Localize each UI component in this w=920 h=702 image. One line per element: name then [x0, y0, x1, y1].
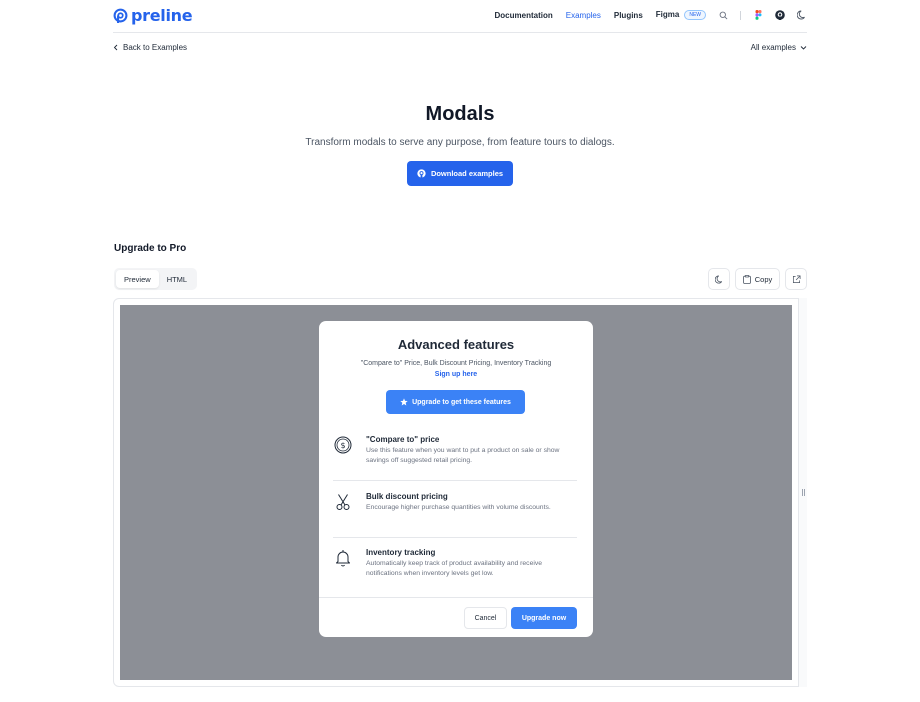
upgrade-modal: Advanced features "Compare to" Price, Bu… [319, 321, 593, 637]
nav-divider [740, 10, 741, 20]
cancel-button[interactable]: Cancel [464, 607, 507, 629]
upgrade-features-label: Upgrade to get these features [412, 398, 511, 406]
nav-examples[interactable]: Examples [566, 11, 601, 20]
brand-logo[interactable]: preline [113, 6, 193, 25]
feature-description: Encourage higher purchase quantities wit… [366, 504, 551, 511]
preline-logo-icon [113, 8, 128, 23]
moon-icon [714, 274, 722, 283]
view-tabs: Preview HTML [114, 268, 198, 290]
github-icon[interactable] [775, 10, 785, 20]
copy-button[interactable]: Copy [735, 268, 780, 290]
github-icon [417, 169, 426, 178]
chevron-left-icon [113, 44, 118, 51]
scissors-icon [333, 492, 353, 512]
copy-label: Copy [754, 274, 773, 284]
all-examples-dropdown[interactable]: All examples [751, 43, 807, 52]
star-icon [400, 398, 408, 406]
bell-icon [333, 548, 353, 568]
search-icon[interactable] [718, 10, 728, 20]
open-new-window-button[interactable] [785, 268, 807, 290]
all-examples-label: All examples [750, 43, 796, 52]
feature-item: $ "Compare to" price Use this feature wh… [333, 435, 577, 481]
external-link-icon [792, 275, 800, 283]
nav-figma[interactable]: Figma NEW [656, 10, 706, 20]
grip-icon [801, 489, 805, 496]
chevron-down-icon [800, 45, 807, 50]
dollar-circle-icon: $ [333, 435, 353, 455]
modal-title: Advanced features [397, 337, 515, 352]
back-to-examples-link[interactable]: Back to Examples [113, 43, 187, 52]
modal-footer: Cancel Upgrade now [319, 597, 593, 637]
top-navbar: preline Documentation Examples Plugins F… [113, 0, 807, 33]
brand-name: preline [131, 6, 193, 25]
main-nav: Documentation Examples Plugins Figma NEW [482, 8, 807, 22]
tab-preview[interactable]: Preview [116, 270, 159, 288]
section-title: Upgrade to Pro [114, 243, 187, 254]
upgrade-features-button[interactable]: Upgrade to get these features [386, 390, 525, 414]
modal-description: "Compare to" Price, Bulk Discount Pricin… [359, 358, 553, 380]
feature-description: Use this feature when you want to put a … [366, 447, 560, 464]
upgrade-now-button[interactable]: Upgrade now [511, 607, 577, 629]
moon-icon[interactable] [797, 10, 807, 20]
page-title: Modals [425, 103, 495, 125]
svg-text:$: $ [340, 441, 345, 450]
download-examples-button[interactable]: Download examples [407, 161, 513, 186]
nav-figma-label: Figma [655, 10, 680, 20]
nav-plugins[interactable]: Plugins [614, 11, 643, 20]
sub-navigation: Back to Examples All examples [113, 43, 807, 55]
feature-title: "Compare to" price [366, 435, 440, 444]
feature-title: Bulk discount pricing [366, 492, 448, 501]
feature-title: Inventory tracking [366, 548, 436, 557]
modal-description-text: "Compare to" Price, Bulk Discount Pricin… [360, 360, 552, 367]
feature-item: Bulk discount pricing Encourage higher p… [333, 492, 577, 538]
dark-mode-toggle[interactable] [708, 268, 730, 290]
new-badge: NEW [684, 10, 706, 20]
tab-html[interactable]: HTML [159, 270, 195, 288]
nav-documentation[interactable]: Documentation [495, 11, 553, 20]
feature-description: Automatically keep track of product avai… [366, 560, 543, 577]
feature-item: Inventory tracking Automatically keep tr… [333, 548, 577, 594]
back-link-label: Back to Examples [123, 43, 188, 52]
sign-up-link[interactable]: Sign up here [435, 371, 477, 378]
download-examples-label: Download examples [430, 169, 504, 178]
resize-handle[interactable] [798, 298, 807, 687]
page-subtitle: Transform modals to serve any purpose, f… [305, 137, 615, 148]
clipboard-icon [742, 274, 751, 284]
figma-icon[interactable] [753, 10, 763, 20]
